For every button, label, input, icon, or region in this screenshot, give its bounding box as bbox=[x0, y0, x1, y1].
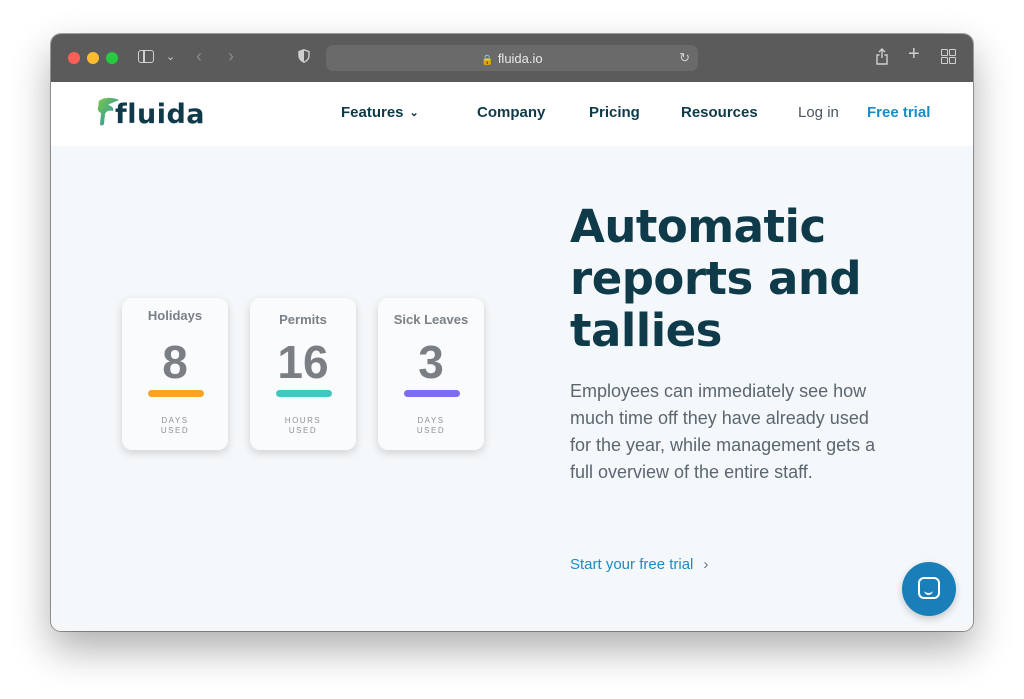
nav-features[interactable]: Features ⌄ bbox=[341, 104, 419, 121]
nav-features-label: Features bbox=[341, 104, 404, 121]
back-icon[interactable]: ‹ bbox=[196, 47, 202, 65]
card-title: Holidays bbox=[147, 308, 203, 323]
browser-toolbar: ⌄ ‹ › 🔒 fluida.io ↻ + bbox=[51, 34, 973, 82]
card-unit-line: USED bbox=[416, 426, 446, 435]
shield-icon[interactable] bbox=[298, 49, 310, 67]
chat-icon bbox=[918, 577, 940, 599]
card-unit-line: DAYS bbox=[417, 416, 445, 425]
card-unit: HOURS USED bbox=[250, 416, 356, 436]
hero-section: Holidays 8 DAYS USED Permits 16 HOURS US… bbox=[51, 146, 973, 631]
card-bar bbox=[404, 390, 460, 397]
hero-title: Automatic reports and tallies bbox=[570, 200, 862, 357]
card-unit: DAYS USED bbox=[122, 416, 228, 436]
url-display: 🔒 fluida.io bbox=[326, 51, 698, 66]
card-unit-line: HOURS bbox=[284, 416, 322, 425]
card-title: Permits bbox=[279, 312, 327, 327]
stat-card-permits: Permits 16 HOURS USED bbox=[250, 298, 356, 450]
address-bar[interactable]: 🔒 fluida.io ↻ bbox=[326, 45, 698, 71]
stat-card-sick-leaves: Sick Leaves 3 DAYS USED bbox=[378, 298, 484, 450]
zoom-window-button[interactable] bbox=[106, 52, 118, 64]
lock-icon: 🔒 bbox=[481, 55, 494, 66]
start-free-trial-link[interactable]: Start your free trial › bbox=[570, 556, 708, 573]
nav-company[interactable]: Company bbox=[477, 104, 545, 121]
plus-icon[interactable]: + bbox=[908, 44, 920, 64]
chevron-right-icon: › bbox=[703, 556, 709, 573]
reload-icon[interactable]: ↻ bbox=[679, 50, 690, 66]
nav-pricing[interactable]: Pricing bbox=[589, 104, 640, 121]
nav-login[interactable]: Log in bbox=[798, 104, 839, 121]
share-icon[interactable] bbox=[875, 48, 889, 69]
card-unit-line: DAYS bbox=[161, 416, 189, 425]
minimize-window-button[interactable] bbox=[87, 52, 99, 64]
card-unit-line: USED bbox=[288, 426, 318, 435]
url-text: fluida.io bbox=[497, 51, 543, 66]
nav-free-trial[interactable]: Free trial bbox=[867, 104, 930, 121]
chat-launcher-button[interactable] bbox=[902, 562, 956, 616]
browser-window: ⌄ ‹ › 🔒 fluida.io ↻ + fluida Features ⌄ … bbox=[51, 34, 973, 631]
tabs-grid-icon[interactable] bbox=[941, 49, 956, 64]
nav-resources[interactable]: Resources bbox=[681, 104, 758, 121]
sidebar-icon[interactable] bbox=[138, 50, 154, 63]
forward-icon[interactable]: › bbox=[228, 47, 234, 65]
stat-card-holidays: Holidays 8 DAYS USED bbox=[122, 298, 228, 450]
card-value: 8 bbox=[162, 336, 188, 388]
close-window-button[interactable] bbox=[68, 52, 80, 64]
card-unit: DAYS USED bbox=[378, 416, 484, 436]
site-header: fluida Features ⌄ Company Pricing Resourc… bbox=[51, 82, 973, 146]
hero-description: Employees can immediately see how much t… bbox=[570, 381, 876, 482]
chevron-down-icon[interactable]: ⌄ bbox=[166, 49, 175, 65]
card-bar bbox=[276, 390, 332, 397]
chevron-down-icon: ⌄ bbox=[409, 107, 419, 119]
cta-label: Start your free trial bbox=[570, 556, 694, 573]
card-value: 16 bbox=[277, 336, 329, 388]
card-value: 3 bbox=[418, 336, 444, 388]
logo-text: fluida bbox=[115, 99, 206, 130]
card-bar bbox=[148, 390, 204, 397]
card-title: Sick Leaves bbox=[393, 312, 469, 327]
fluida-logo[interactable]: fluida bbox=[95, 95, 205, 133]
card-unit-line: USED bbox=[160, 426, 190, 435]
